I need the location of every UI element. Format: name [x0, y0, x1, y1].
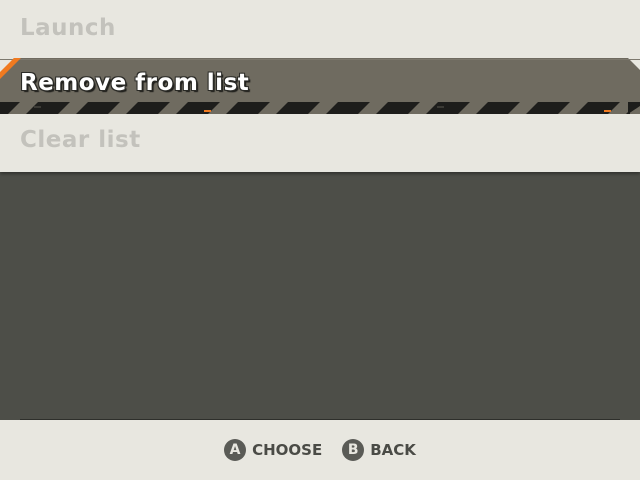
back-hint[interactable]: B BACK — [342, 439, 416, 461]
menu-item-clear-list[interactable]: Clear list — [0, 112, 640, 168]
button-hint-bar: A CHOOSE B BACK — [0, 420, 640, 480]
choose-hint[interactable]: A CHOOSE — [224, 439, 322, 461]
menu-item-label: Clear list — [20, 127, 141, 153]
context-menu-panel: Launch Remove from list Clear list — [0, 0, 640, 172]
menu-item-launch[interactable]: Launch — [0, 0, 640, 56]
menu-item-remove-from-list[interactable]: Remove from list — [0, 58, 640, 114]
menu-item-label: Remove from list — [20, 70, 250, 96]
back-label: BACK — [370, 441, 416, 459]
b-button-icon: B — [342, 439, 365, 461]
menu-item-label: Launch — [20, 15, 116, 41]
choose-label: CHOOSE — [252, 441, 323, 459]
a-button-icon: A — [224, 439, 247, 461]
